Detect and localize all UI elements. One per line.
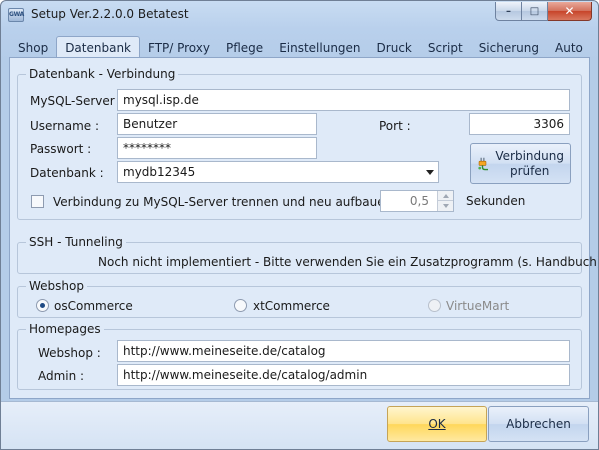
database-select[interactable]: mydb12345 bbox=[117, 161, 439, 183]
oscommerce-label: osCommerce bbox=[54, 299, 133, 313]
server-input[interactable]: mysql.isp.de bbox=[117, 89, 570, 111]
dialog-footer: OK Abbrechen bbox=[1, 401, 598, 449]
webshop-group: Webshop osCommerce xtCommerce VirtueMart bbox=[17, 279, 582, 318]
ok-label: OK bbox=[428, 417, 446, 431]
chevron-down-icon bbox=[426, 170, 434, 175]
tab-bar: Shop Datenbank FTP/ Proxy Pflege Einstel… bbox=[10, 36, 590, 58]
maximize-button[interactable]: □ bbox=[522, 2, 548, 21]
username-label: Username : bbox=[30, 119, 100, 133]
arrow-down-icon bbox=[442, 204, 449, 208]
ssh-title: SSH - Tunneling bbox=[26, 235, 126, 249]
tab-script[interactable]: Script bbox=[420, 38, 471, 58]
reconnect-label: Verbindung zu MySQL-Server trennen und n… bbox=[53, 195, 426, 209]
tab-datenbank[interactable]: Datenbank bbox=[56, 36, 140, 58]
port-input[interactable]: 3306 bbox=[469, 113, 570, 135]
webshop-title: Webshop bbox=[26, 279, 87, 293]
title-bar[interactable]: GWA Setup Ver.2.2.0.0 Betatest – □ ✕ bbox=[1, 1, 598, 29]
connection-plug-icon bbox=[478, 157, 489, 170]
tab-info[interactable]: Info bbox=[591, 38, 598, 58]
ssh-group: SSH - Tunneling Noch nicht implementiert… bbox=[17, 235, 598, 274]
database-value: mydb12345 bbox=[123, 165, 196, 179]
database-label: Datenbank : bbox=[30, 166, 104, 180]
password-input[interactable]: ******** bbox=[117, 137, 317, 159]
cancel-label: Abbrechen bbox=[506, 417, 571, 431]
test-connection-button[interactable]: Verbindung prüfen bbox=[470, 143, 571, 184]
radio-xtcommerce[interactable] bbox=[234, 299, 247, 312]
arrow-up-icon bbox=[442, 193, 449, 198]
port-label: Port : bbox=[379, 119, 411, 133]
tab-auto[interactable]: Auto bbox=[547, 38, 591, 58]
stepper-buttons bbox=[437, 191, 453, 211]
caption-buttons: – □ ✕ bbox=[495, 2, 592, 21]
test-connection-label: Verbindung prüfen bbox=[495, 148, 564, 178]
ssh-message: Noch nicht implementiert - Bitte verwend… bbox=[98, 255, 599, 269]
minimize-button[interactable]: – bbox=[495, 2, 522, 21]
app-icon: GWA bbox=[8, 8, 24, 22]
admin-url-input[interactable]: http://www.meineseite.de/catalog/admin bbox=[117, 364, 570, 386]
stepper-down-button[interactable] bbox=[438, 201, 453, 211]
window-title: Setup Ver.2.2.0.0 Betatest bbox=[31, 7, 189, 21]
reconnect-checkbox[interactable] bbox=[31, 195, 44, 208]
maximize-icon: □ bbox=[529, 5, 540, 17]
homepages-group: Homepages Webshop : http://www.meineseit… bbox=[17, 322, 582, 390]
datenbank-tab-page: Datenbank - Verbindung MySQL-Server : my… bbox=[9, 57, 598, 399]
reconnect-seconds-stepper[interactable]: 0,5 bbox=[380, 190, 454, 212]
minimize-icon: – bbox=[506, 5, 511, 17]
close-button[interactable]: ✕ bbox=[548, 2, 592, 21]
homepages-title: Homepages bbox=[26, 322, 104, 336]
cancel-button[interactable]: Abbrechen bbox=[488, 406, 589, 442]
tab-druck[interactable]: Druck bbox=[369, 38, 420, 58]
setup-window: GWA Setup Ver.2.2.0.0 Betatest – □ ✕ Sho… bbox=[0, 0, 599, 450]
password-label: Passwort : bbox=[30, 142, 92, 156]
stepper-up-button[interactable] bbox=[438, 191, 453, 201]
db-connection-group: Datenbank - Verbindung MySQL-Server : my… bbox=[17, 67, 582, 220]
virtuemart-label: VirtueMart bbox=[446, 299, 510, 313]
tab-shop[interactable]: Shop bbox=[10, 38, 56, 58]
db-connection-title: Datenbank - Verbindung bbox=[26, 67, 179, 81]
tab-einstellungen[interactable]: Einstellungen bbox=[271, 38, 368, 58]
tab-sicherung[interactable]: Sicherung bbox=[471, 38, 547, 58]
tab-pflege[interactable]: Pflege bbox=[218, 38, 271, 58]
admin-url-label: Admin : bbox=[38, 369, 85, 383]
webshop-url-input[interactable]: http://www.meineseite.de/catalog bbox=[117, 340, 570, 362]
server-label: MySQL-Server : bbox=[30, 94, 123, 108]
reconnect-unit-label: Sekunden bbox=[466, 194, 526, 208]
reconnect-seconds-value: 0,5 bbox=[409, 194, 429, 208]
webshop-url-label: Webshop : bbox=[38, 346, 101, 360]
close-icon: ✕ bbox=[564, 4, 575, 18]
radio-oscommerce[interactable] bbox=[36, 299, 49, 312]
ok-button[interactable]: OK bbox=[387, 406, 487, 442]
xtcommerce-label: xtCommerce bbox=[253, 299, 330, 313]
tab-ftp-proxy[interactable]: FTP/ Proxy bbox=[140, 38, 218, 58]
username-input[interactable]: Benutzer bbox=[117, 113, 317, 135]
radio-virtuemart[interactable] bbox=[428, 299, 441, 312]
